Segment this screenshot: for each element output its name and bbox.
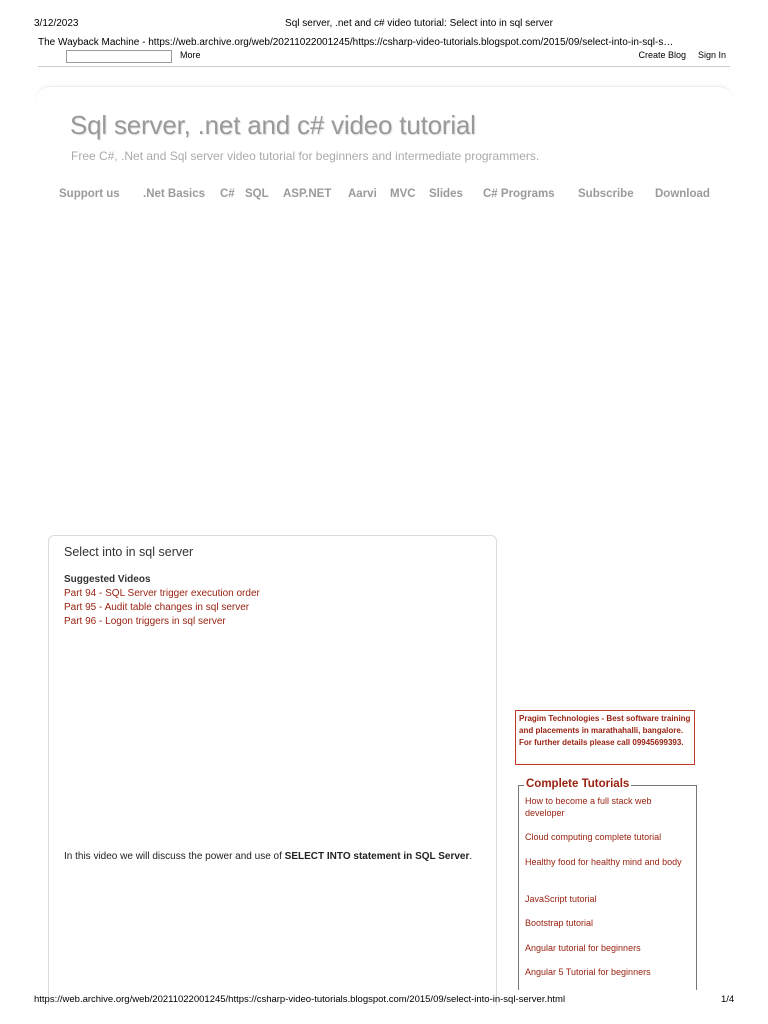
pragim-ad-link[interactable]: Pragim Technologies - Best software trai…: [515, 710, 695, 765]
suggested-video-link[interactable]: Part 95 - Audit table changes in sql ser…: [64, 602, 249, 613]
post-body-bold: SELECT INTO statement in SQL Server: [284, 851, 470, 862]
nav-item-csharp[interactable]: C#: [220, 188, 235, 200]
post-body-text: In this video we will discuss the power …: [64, 851, 285, 862]
blog-title[interactable]: Sql server, .net and c# video tutorial: [70, 110, 476, 141]
nav-item-support-us[interactable]: Support us: [59, 188, 120, 200]
nav-item-csharp-programs[interactable]: C# Programs: [483, 188, 555, 200]
nav-item-aspnet[interactable]: ASP.NET: [283, 188, 331, 200]
nav-item-net-basics[interactable]: .Net Basics: [143, 188, 205, 200]
blogger-navbar: More Create Blog Sign In: [38, 48, 730, 67]
tutorial-link[interactable]: Cloud computing complete tutorial: [525, 831, 685, 843]
suggested-video-link[interactable]: Part 94 - SQL Server trigger execution o…: [64, 588, 260, 599]
tutorial-link[interactable]: How to become a full stack web developer: [525, 795, 685, 820]
nav-item-download[interactable]: Download: [655, 188, 710, 200]
print-page-title: Sql server, .net and c# video tutorial: …: [285, 18, 553, 29]
print-footer-url: https://web.archive.org/web/202110220012…: [34, 994, 566, 1005]
nav-item-slides[interactable]: Slides: [429, 188, 463, 200]
complete-tutorials-box: Complete Tutorials How to become a full …: [518, 778, 697, 990]
blog-description: Free C#, .Net and Sql server video tutor…: [71, 149, 540, 163]
sign-in-link[interactable]: Sign In: [698, 50, 726, 60]
tutorial-link[interactable]: Healthy food for healthy mind and body: [525, 856, 685, 868]
nav-item-subscribe[interactable]: Subscribe: [578, 188, 634, 200]
post-title: Select into in sql server: [64, 545, 194, 559]
complete-tutorials-heading: Complete Tutorials: [524, 778, 632, 790]
wayback-banner[interactable]: The Wayback Machine - https://web.archiv…: [38, 37, 728, 48]
nav-item-sql[interactable]: SQL: [245, 188, 269, 200]
header-card-border: [36, 86, 733, 102]
post-body-paragraph: In this video we will discuss the power …: [64, 850, 474, 863]
tutorial-link[interactable]: JavaScript tutorial: [525, 893, 685, 905]
more-button[interactable]: More: [180, 50, 201, 60]
print-page-number: 1/4: [721, 994, 735, 1005]
main-nav: Support us .Net Basics C# SQL ASP.NET Aa…: [0, 188, 768, 204]
create-blog-link[interactable]: Create Blog: [638, 50, 686, 60]
suggested-video-link[interactable]: Part 96 - Logon triggers in sql server: [64, 616, 226, 627]
nav-item-mvc[interactable]: MVC: [390, 188, 416, 200]
suggested-videos-heading: Suggested Videos: [64, 574, 151, 585]
search-input[interactable]: [66, 50, 172, 63]
tutorial-link[interactable]: Bootstrap tutorial: [525, 917, 685, 929]
tutorial-link[interactable]: Angular 5 Tutorial for beginners: [525, 966, 685, 978]
post-card: Select into in sql server Suggested Vide…: [48, 535, 497, 1005]
nav-item-aarvi[interactable]: Aarvi: [348, 188, 377, 200]
post-body-end: .: [469, 851, 473, 862]
tutorial-link[interactable]: Angular tutorial for beginners: [525, 942, 685, 954]
